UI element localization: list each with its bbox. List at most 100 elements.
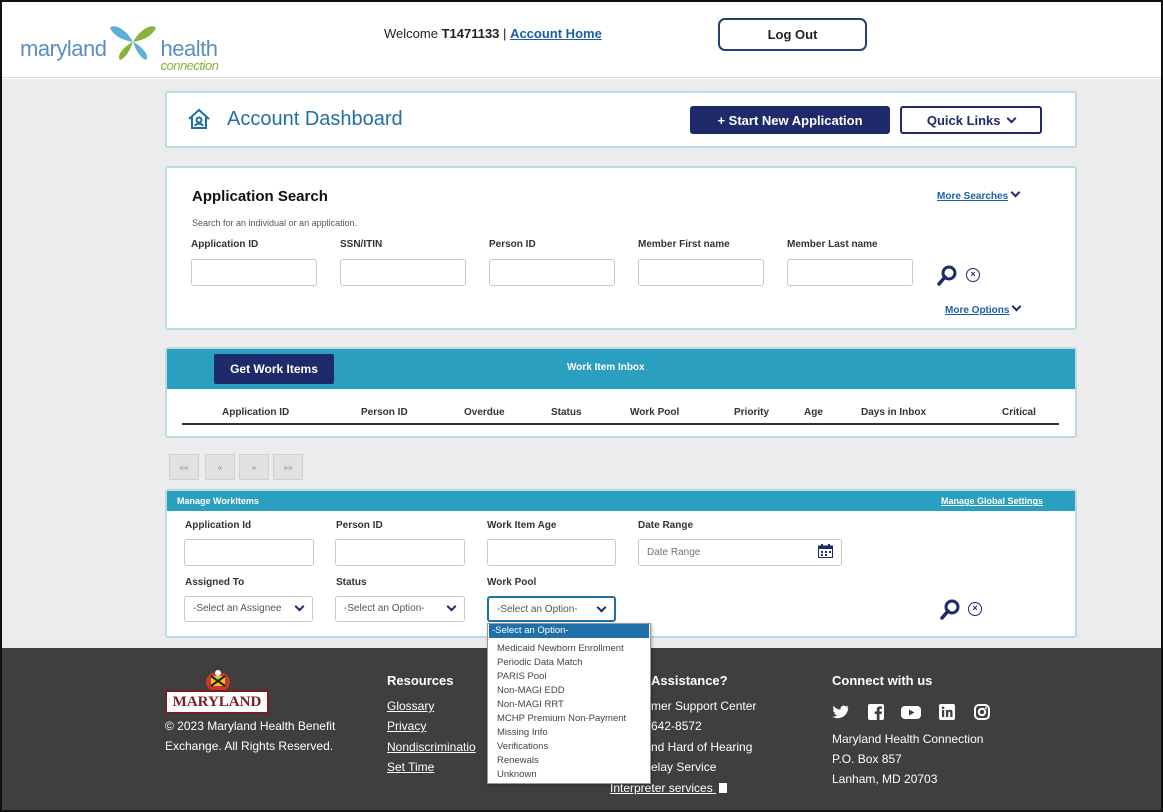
search-icon[interactable] [936, 265, 958, 287]
column-header-person-id[interactable]: Person ID [361, 407, 408, 418]
set-time-link[interactable]: Set Time [387, 760, 434, 774]
member-first-name-input[interactable] [638, 259, 764, 286]
search-icon[interactable] [939, 599, 961, 621]
more-options-label: More Options [945, 305, 1010, 316]
chevron-down-icon [294, 601, 305, 612]
column-header-priority[interactable]: Priority [734, 407, 769, 418]
relay-service: elay Service [651, 760, 717, 774]
mw-work-item-age-input[interactable] [487, 539, 616, 566]
privacy-link[interactable]: Privacy [387, 719, 426, 733]
clear-filters-icon[interactable]: × [968, 602, 982, 616]
mw-person-id-input[interactable] [335, 539, 465, 566]
column-header-status[interactable]: Status [551, 407, 582, 418]
quick-links-label: Quick Links [926, 112, 1001, 128]
quick-links-button[interactable]: Quick Links [900, 106, 1042, 134]
document-icon [719, 783, 728, 793]
work-pool-option-medicaid-newborn[interactable]: Medicaid Newborn Enrollment [489, 642, 649, 656]
work-pool-value: -Select an Option- [497, 604, 578, 615]
status-select[interactable]: -Select an Option- [335, 596, 465, 622]
welcome-bar: Welcome T1471133 | Account Home [384, 26, 602, 41]
work-pool-select[interactable]: -Select an Option- [487, 596, 616, 622]
work-pool-option-non-magi-rrt[interactable]: Non-MAGI RRT [489, 698, 649, 712]
calendar-icon[interactable] [818, 544, 833, 558]
user-id: T1471133 [441, 26, 500, 41]
assigned-to-select[interactable]: -Select an Assignee [184, 596, 313, 622]
person-id-input[interactable] [489, 259, 615, 286]
work-pool-option-non-magi-edd[interactable]: Non-MAGI EDD [489, 684, 649, 698]
mw-date-range-input[interactable] [638, 539, 842, 566]
column-header-age[interactable]: Age [804, 407, 823, 418]
connect-title: Connect with us [832, 673, 933, 688]
chevron-down-icon [1006, 113, 1017, 123]
work-pool-option-select[interactable]: -Select an Option- [489, 624, 649, 638]
member-last-name-input[interactable] [787, 259, 913, 286]
copyright-line-2: Exchange. All Rights Reserved. [165, 739, 334, 753]
welcome-separator: | [503, 26, 507, 41]
chevron-down-icon [446, 601, 457, 612]
mw-work-item-age-label: Work Item Age [487, 520, 557, 531]
glossary-link[interactable]: Glossary [387, 699, 434, 713]
pager-previous-button[interactable]: « [205, 454, 235, 480]
pager-last-button[interactable]: »» [273, 454, 303, 480]
column-header-overdue[interactable]: Overdue [464, 407, 505, 418]
column-header-application-id[interactable]: Application ID [222, 407, 289, 418]
youtube-icon[interactable] [900, 703, 922, 721]
ssn-itin-input[interactable] [340, 259, 466, 286]
clear-search-icon[interactable]: × [966, 268, 980, 282]
nondiscrimination-link[interactable]: Nondiscriminatio [387, 740, 476, 754]
welcome-prefix: Welcome [384, 26, 438, 41]
account-home-link[interactable]: Account Home [510, 26, 602, 41]
mw-assigned-to-label: Assigned To [185, 577, 245, 588]
maryland-health-connection-logo[interactable]: maryland health connection [20, 18, 219, 73]
pager-first-button[interactable]: «« [169, 454, 199, 480]
mw-application-id-label: Application Id [185, 520, 252, 531]
page-title: Account Dashboard [227, 108, 403, 130]
maryland-seal-icon [198, 670, 238, 692]
column-header-critical[interactable]: Critical [1002, 407, 1036, 418]
assigned-to-value: -Select an Assignee [193, 603, 282, 614]
logo-word-maryland: maryland [20, 36, 107, 61]
get-work-items-button[interactable]: Get Work Items [214, 354, 334, 384]
work-pool-option-periodic-data-match[interactable]: Periodic Data Match [489, 656, 649, 670]
twitter-icon[interactable] [832, 703, 850, 721]
mw-work-pool-label: Work Pool [487, 577, 537, 588]
facebook-icon[interactable] [867, 703, 885, 721]
more-options-link[interactable]: More Options [945, 301, 1022, 316]
work-item-inbox-title: Work Item Inbox [567, 362, 645, 373]
work-pool-option-paris-pool[interactable]: PARIS Pool [489, 670, 649, 684]
mw-date-range-label: Date Range [638, 520, 694, 531]
table-header-divider [182, 423, 1059, 425]
mw-status-label: Status [336, 577, 367, 588]
manage-workitems-header [167, 491, 1075, 511]
resources-title: Resources [387, 673, 454, 688]
customer-support-center: mer Support Center [651, 699, 757, 713]
city-address: Lanham, MD 20703 [832, 772, 938, 786]
mw-person-id-label: Person ID [336, 520, 383, 531]
ssn-itin-label: SSN/ITIN [340, 239, 383, 250]
page-frame: maryland health connection Welcome T1471… [0, 0, 1163, 812]
home-icon [187, 107, 211, 131]
deaf-hard-of-hearing: nd Hard of Hearing [651, 740, 753, 754]
top-header: maryland health connection Welcome T1471… [2, 2, 1161, 78]
work-pool-option-missing-info[interactable]: Missing Info [489, 726, 649, 740]
more-searches-link[interactable]: More Searches [937, 187, 1021, 202]
manage-workitems-title: Manage WorkItems [177, 496, 259, 506]
pager-next-button[interactable]: » [239, 454, 269, 480]
application-search-subtitle: Search for an individual or an applicati… [192, 218, 358, 228]
application-id-input[interactable] [191, 259, 317, 286]
instagram-icon[interactable] [973, 703, 991, 721]
column-header-work-pool[interactable]: Work Pool [630, 407, 679, 418]
start-new-application-button[interactable]: + Start New Application [690, 106, 890, 134]
linkedin-icon[interactable] [938, 703, 956, 721]
person-id-label: Person ID [489, 239, 536, 250]
manage-global-settings-link[interactable]: Manage Global Settings [941, 496, 1043, 506]
work-pool-option-renewals[interactable]: Renewals [489, 754, 649, 768]
work-pool-option-verifications[interactable]: Verifications [489, 740, 649, 754]
work-pool-option-unknown[interactable]: Unknown [489, 768, 649, 782]
application-id-label: Application ID [191, 239, 259, 250]
column-header-days-in-inbox[interactable]: Days in Inbox [861, 407, 926, 418]
work-pool-option-mchp-premium[interactable]: MCHP Premium Non-Payment [489, 712, 649, 726]
mw-application-id-input[interactable] [184, 539, 314, 566]
logout-button[interactable]: Log Out [718, 18, 867, 51]
more-searches-label: More Searches [937, 191, 1009, 202]
